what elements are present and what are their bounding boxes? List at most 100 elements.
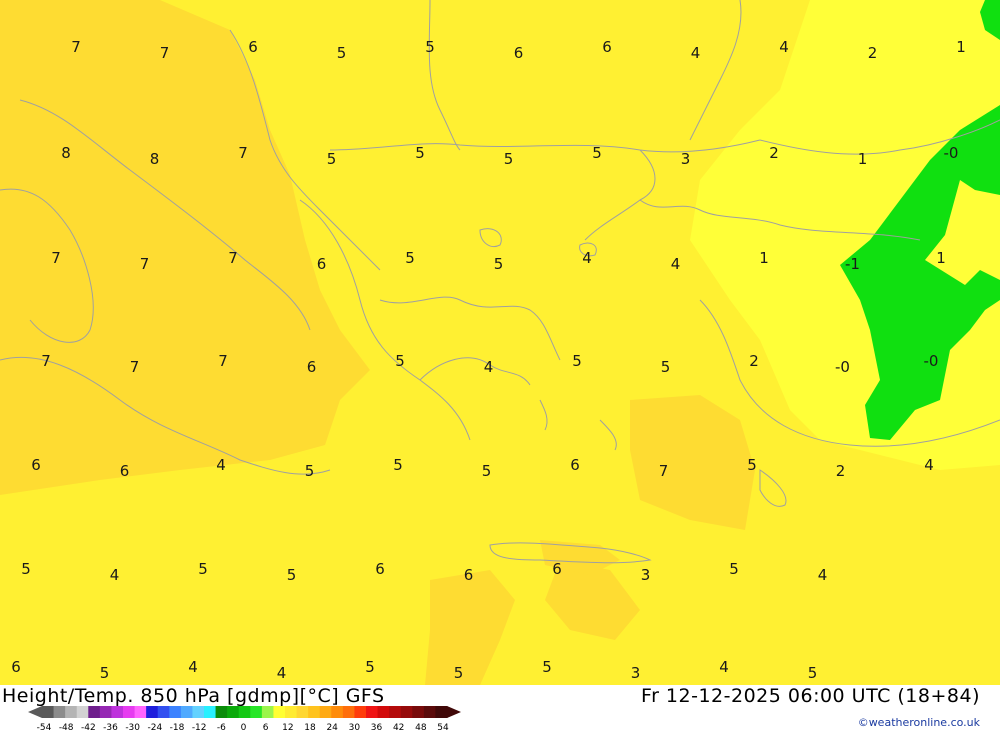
temperature-value: 6 bbox=[120, 462, 130, 480]
temperature-value: 5 bbox=[327, 150, 337, 168]
temperature-value: -1 bbox=[845, 255, 860, 273]
legend-swatch bbox=[169, 706, 182, 718]
temperature-value: 6 bbox=[464, 566, 474, 584]
legend-swatch bbox=[342, 706, 355, 718]
legend-arrow-left bbox=[28, 706, 42, 718]
temperature-value: 7 bbox=[238, 144, 248, 162]
temperature-value: 4 bbox=[110, 566, 120, 584]
legend-tick-label: -54 bbox=[37, 723, 52, 731]
temperature-value: 6 bbox=[602, 38, 612, 56]
temperature-value: 5 bbox=[454, 664, 464, 682]
temperature-value: 5 bbox=[482, 462, 492, 480]
temperature-value: 5 bbox=[592, 144, 602, 162]
temperature-value: 4 bbox=[924, 456, 934, 474]
temperature-value: 7 bbox=[140, 255, 150, 273]
legend-tick-label: -6 bbox=[217, 723, 226, 731]
temperature-value: 7 bbox=[130, 358, 140, 376]
temperature-value: 2 bbox=[836, 462, 846, 480]
legend-tick-label: 54 bbox=[437, 723, 449, 731]
temperature-value: 6 bbox=[31, 456, 41, 474]
legend-swatch bbox=[227, 706, 240, 718]
temperature-value: 6 bbox=[317, 255, 327, 273]
temperature-value: 3 bbox=[631, 664, 641, 682]
temperature-value: -0 bbox=[835, 358, 850, 376]
map-canvas: 7 7 6 5 5 6 6 4 4 2 1 8 8 7 5 5 5 5 3 2 1 -0 7 7 7 6 5 5 4 4 1 -1 1 7 7 7 6 5… bbox=[0, 0, 1000, 685]
legend-swatch bbox=[412, 706, 425, 718]
temperature-value: 7 bbox=[41, 352, 51, 370]
temperature-value: 7 bbox=[51, 249, 61, 267]
temperature-value: -0 bbox=[944, 144, 959, 162]
temperature-value: 5 bbox=[198, 560, 208, 578]
temperature-value: 6 bbox=[375, 560, 385, 578]
legend-tick-label: 30 bbox=[349, 723, 361, 731]
temperature-value: 7 bbox=[228, 249, 238, 267]
temperature-value: 5 bbox=[747, 456, 757, 474]
legend-tick-label: 48 bbox=[415, 723, 427, 731]
color-legend: -54 -48 -42 -36 -30 -24 -18 -12 -6 0 6 12 18 24 30 36 42… bbox=[28, 706, 461, 731]
temperature-value: 1 bbox=[759, 249, 769, 267]
legend-swatch bbox=[296, 706, 309, 718]
footer: Height/Temp. 850 hPa [gdmp][°C] GFS Fr 1… bbox=[0, 685, 1000, 733]
temperature-value: 5 bbox=[405, 249, 415, 267]
legend-tick-label: -12 bbox=[192, 723, 207, 731]
temperature-value: 6 bbox=[570, 456, 580, 474]
temperature-value: 4 bbox=[216, 456, 226, 474]
legend-tick-label: -36 bbox=[103, 723, 118, 731]
temperature-value: 7 bbox=[218, 352, 228, 370]
legend-swatch bbox=[215, 706, 228, 718]
temperature-value: 5 bbox=[729, 560, 739, 578]
legend-swatch bbox=[76, 706, 89, 718]
legend-swatch bbox=[192, 706, 205, 718]
legend-swatch bbox=[99, 706, 112, 718]
temperature-value: 5 bbox=[542, 658, 552, 676]
temperature-value: 6 bbox=[307, 358, 317, 376]
temperature-value: 4 bbox=[277, 664, 287, 682]
temperature-value: 1 bbox=[956, 38, 966, 56]
legend-tick-label: 18 bbox=[304, 723, 316, 731]
legend-swatch bbox=[319, 706, 332, 718]
legend-swatch bbox=[366, 706, 379, 718]
temperature-value: 5 bbox=[21, 560, 31, 578]
temperature-value: 5 bbox=[287, 566, 297, 584]
temperature-value: -0 bbox=[924, 352, 939, 370]
temperature-value: 7 bbox=[160, 44, 170, 62]
legend-tick-label: -30 bbox=[125, 723, 140, 731]
temperature-value: 2 bbox=[749, 352, 759, 370]
temperature-value: 5 bbox=[415, 144, 425, 162]
temperature-value: 5 bbox=[365, 658, 375, 676]
temperature-value: 4 bbox=[582, 249, 592, 267]
temperature-map: 7 7 6 5 5 6 6 4 4 2 1 8 8 7 5 5 5 5 3 2 1 -0 7 7 7 6 5 5 4 4 1 -1 1 7 7 7 6 5… bbox=[0, 0, 1000, 685]
legend-swatch bbox=[157, 706, 170, 718]
temperature-value: 5 bbox=[337, 44, 347, 62]
legend-swatch bbox=[250, 706, 263, 718]
temperature-value: 5 bbox=[305, 462, 315, 480]
legend-swatch bbox=[180, 706, 193, 718]
legend-tick-label: -18 bbox=[170, 723, 185, 731]
legend-swatch bbox=[204, 706, 217, 718]
legend-swatch bbox=[435, 706, 448, 718]
temperature-value: 4 bbox=[691, 44, 701, 62]
temperature-value: 3 bbox=[681, 150, 691, 168]
temperature-value: 5 bbox=[494, 255, 504, 273]
legend-swatch bbox=[53, 706, 66, 718]
temperature-value: 5 bbox=[395, 352, 405, 370]
temperature-value: 8 bbox=[150, 150, 160, 168]
temperature-value: 4 bbox=[818, 566, 828, 584]
legend-swatch bbox=[88, 706, 101, 718]
legend-swatch bbox=[400, 706, 413, 718]
temperature-value: 4 bbox=[779, 38, 789, 56]
legend-swatch bbox=[146, 706, 159, 718]
legend-swatch bbox=[285, 706, 298, 718]
temperature-value: 7 bbox=[659, 462, 669, 480]
legend-tick-label: -24 bbox=[147, 723, 162, 731]
temperature-value: 1 bbox=[936, 249, 946, 267]
legend-swatch bbox=[423, 706, 436, 718]
legend-tick-label: 42 bbox=[393, 723, 404, 731]
legend-swatch bbox=[111, 706, 124, 718]
temperature-value: 8 bbox=[61, 144, 71, 162]
valid-time: Fr 12-12-2025 06:00 UTC (18+84) bbox=[641, 685, 980, 707]
legend-tick-label: -42 bbox=[81, 723, 96, 731]
credit-link[interactable]: ©weatheronline.co.uk bbox=[858, 716, 980, 729]
temperature-value: 5 bbox=[572, 352, 582, 370]
temperature-value: 4 bbox=[671, 255, 681, 273]
